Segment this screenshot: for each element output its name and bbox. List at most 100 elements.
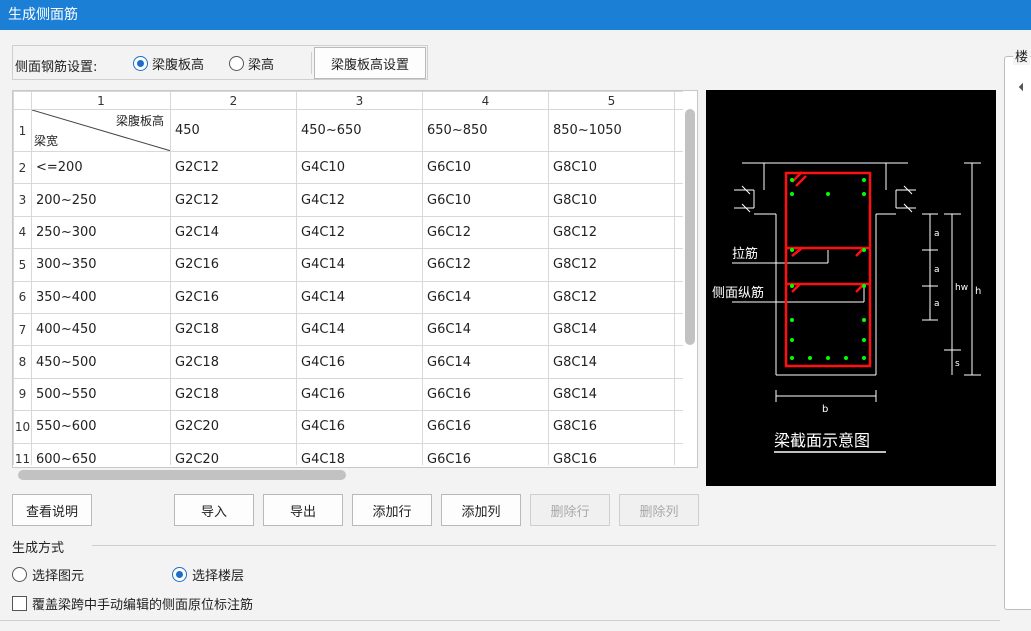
radio-select-element[interactable]: 选择图元 (12, 565, 84, 584)
table-cell[interactable]: G8C16 (548, 410, 675, 444)
overwrite-checkbox-row[interactable]: 覆盖梁跨中手动编辑的侧面原位标注筋 (12, 594, 253, 613)
table-cell[interactable]: G2C16 (170, 248, 297, 282)
add-row-button[interactable]: 添加行 (352, 494, 432, 526)
table-cell[interactable]: 350~400 (31, 280, 171, 314)
table-cell[interactable] (674, 280, 683, 314)
row-number[interactable]: 1 (13, 109, 32, 152)
table-cell[interactable]: 500~550 (31, 377, 171, 412)
table-cell[interactable]: 200~250 (31, 183, 171, 217)
table-cell[interactable]: G4C16 (296, 345, 423, 379)
table-cell[interactable]: 850~1050 (548, 109, 675, 152)
row-number[interactable]: 11 (13, 442, 32, 465)
table-cell[interactable] (674, 442, 683, 465)
table-cell[interactable] (674, 312, 683, 347)
table-cell[interactable]: G8C12 (548, 215, 675, 250)
table-cell[interactable]: G8C16 (548, 442, 675, 465)
table-cell[interactable]: G4C12 (296, 183, 423, 217)
table-cell[interactable]: G6C10 (422, 183, 549, 217)
radio-checked-icon[interactable] (172, 567, 187, 582)
table-cell[interactable]: 450~650 (296, 109, 423, 152)
table-cell[interactable]: 450~500 (31, 345, 171, 379)
delete-column-button[interactable]: 删除列 (619, 494, 699, 526)
table-cell[interactable]: 550~600 (31, 410, 171, 444)
radio-select-floor[interactable]: 选择楼层 (172, 565, 244, 584)
floor-tree-panel[interactable] (1004, 56, 1031, 610)
table-cell[interactable]: G2C12 (170, 150, 297, 185)
table-cell[interactable]: <=200 (31, 150, 171, 185)
table-cell[interactable]: G4C16 (296, 410, 423, 444)
table-cell[interactable]: G8C10 (548, 150, 675, 185)
table-cell[interactable]: G8C14 (548, 377, 675, 412)
vertical-scroll-thumb[interactable] (685, 109, 695, 345)
row-number[interactable]: 5 (13, 248, 32, 282)
add-column-button[interactable]: 添加列 (441, 494, 521, 526)
table-cell[interactable]: G4C14 (296, 280, 423, 314)
web-height-settings-button[interactable]: 梁腹板高设置 (314, 47, 426, 79)
col-header-5[interactable]: 5 (548, 91, 675, 110)
import-button[interactable]: 导入 (174, 494, 254, 526)
table-cell[interactable]: G6C12 (422, 248, 549, 282)
radio-beam-height[interactable]: 梁高 (229, 54, 274, 73)
row-number[interactable]: 9 (13, 377, 32, 412)
table-cell[interactable]: G8C10 (548, 183, 675, 217)
table-cell[interactable]: G6C14 (422, 345, 549, 379)
table-cell[interactable]: G4C18 (296, 442, 423, 465)
table-cell[interactable] (674, 345, 683, 379)
radio-web-height[interactable]: 梁腹板高 (133, 54, 204, 73)
table-cell[interactable]: G4C14 (296, 248, 423, 282)
table-cell[interactable] (674, 377, 683, 412)
vertical-scrollbar[interactable] (683, 91, 697, 467)
table-cell[interactable]: G6C12 (422, 215, 549, 250)
row-number[interactable]: 7 (13, 312, 32, 347)
row-number[interactable]: 10 (13, 410, 32, 444)
table-cell[interactable]: G4C12 (296, 215, 423, 250)
table-cell[interactable]: G6C10 (422, 150, 549, 185)
table-cell[interactable]: G4C10 (296, 150, 423, 185)
rebar-table[interactable]: 1 2 3 4 5 1 梁腹板高 梁宽 450 450~650 650~850 … (12, 90, 698, 468)
col-header-1[interactable]: 1 (31, 91, 171, 110)
table-cell[interactable]: 300~350 (31, 248, 171, 282)
col-header-4[interactable]: 4 (422, 91, 549, 110)
table-cell[interactable]: G6C16 (422, 377, 549, 412)
table-cell[interactable]: G2C18 (170, 312, 297, 347)
table-cell[interactable]: G8C14 (548, 312, 675, 347)
table-cell[interactable]: G2C18 (170, 377, 297, 412)
table-cell[interactable] (674, 215, 683, 250)
row-number[interactable]: 8 (13, 345, 32, 379)
table-cell[interactable]: G2C16 (170, 280, 297, 314)
row-number[interactable]: 6 (13, 280, 32, 314)
table-cell[interactable]: G2C20 (170, 442, 297, 465)
table-cell[interactable]: G4C16 (296, 377, 423, 412)
table-cell[interactable] (674, 410, 683, 444)
table-cell[interactable]: 600~650 (31, 442, 171, 465)
table-cell[interactable]: 250~300 (31, 215, 171, 250)
row-number[interactable]: 2 (13, 150, 32, 185)
table-cell[interactable] (674, 183, 683, 217)
col-header-6[interactable] (674, 91, 683, 110)
table-cell[interactable]: 450 (170, 109, 297, 152)
table-cell[interactable] (674, 109, 683, 152)
table-cell[interactable]: G6C16 (422, 410, 549, 444)
horizontal-scroll-thumb[interactable] (18, 470, 346, 480)
radio-unchecked-icon[interactable] (12, 567, 27, 582)
table-cell[interactable]: G4C14 (296, 312, 423, 347)
table-cell[interactable]: G8C14 (548, 345, 675, 379)
export-button[interactable]: 导出 (263, 494, 343, 526)
table-cell[interactable]: G2C20 (170, 410, 297, 444)
table-cell[interactable]: G2C18 (170, 345, 297, 379)
overwrite-checkbox[interactable] (12, 596, 27, 611)
delete-row-button[interactable]: 删除行 (530, 494, 610, 526)
table-cell[interactable]: G6C14 (422, 312, 549, 347)
table-cell[interactable]: G8C12 (548, 280, 675, 314)
table-cell[interactable]: G2C12 (170, 183, 297, 217)
row-number[interactable]: 3 (13, 183, 32, 217)
table-cell[interactable]: G8C12 (548, 248, 675, 282)
col-header-3[interactable]: 3 (296, 91, 423, 110)
table-cell[interactable] (674, 248, 683, 282)
view-help-button[interactable]: 查看说明 (12, 494, 92, 526)
table-cell[interactable]: G2C14 (170, 215, 297, 250)
table-cell[interactable]: 650~850 (422, 109, 549, 152)
table-cell[interactable]: 400~450 (31, 312, 171, 347)
diagonal-header-cell[interactable]: 梁腹板高 梁宽 (31, 109, 171, 152)
table-cell[interactable]: G6C16 (422, 442, 549, 465)
